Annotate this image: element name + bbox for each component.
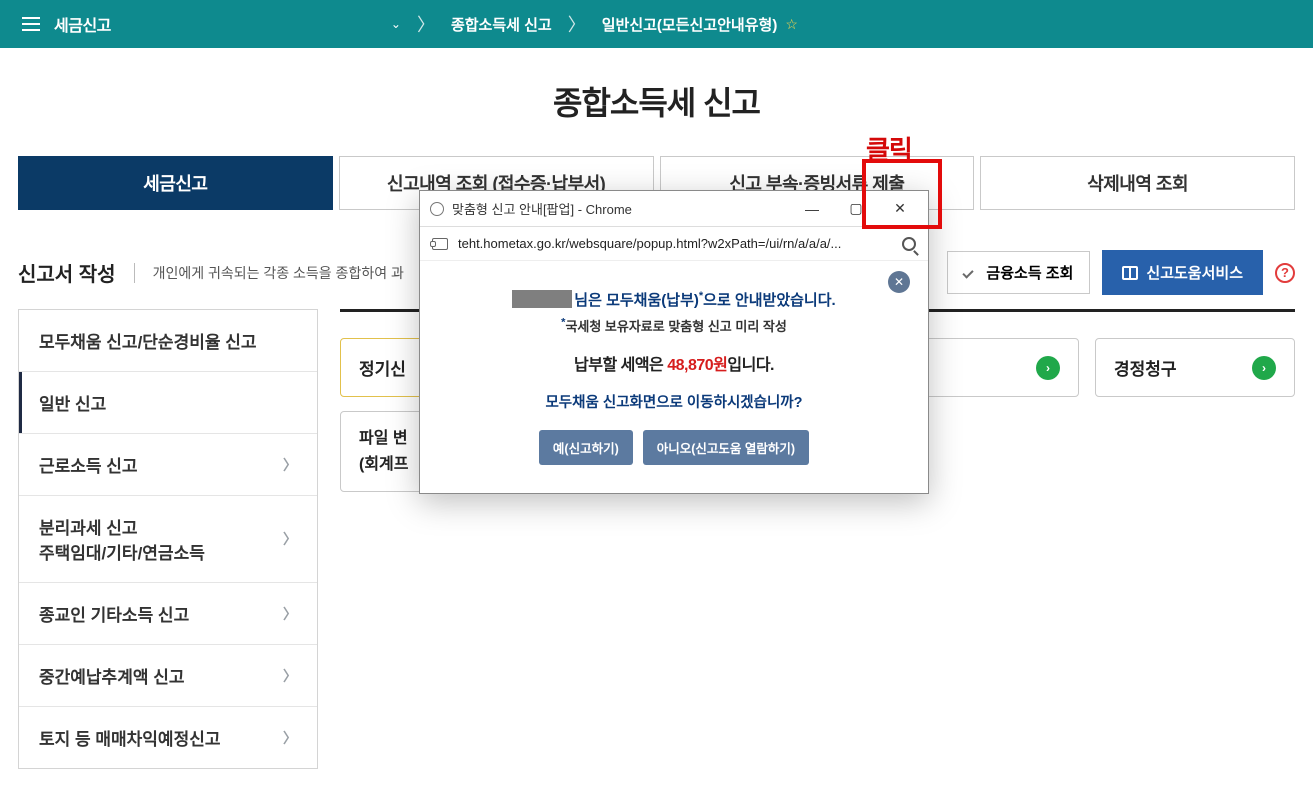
sidebar-item-separate-tax[interactable]: 분리과세 신고 주택임대/기타/연금소득 〉 (19, 495, 317, 582)
chevron-right-icon: 〉 (283, 666, 297, 686)
sidebar-item-label: 분리과세 신고 주택임대/기타/연금소득 (39, 514, 205, 564)
sidebar-item-label: 종교인 기타소득 신고 (39, 601, 189, 626)
breadcrumb-item-1[interactable]: 종합소득세 신고 (451, 14, 552, 35)
redacted-name (512, 290, 572, 308)
sidebar-item-earned-income[interactable]: 근로소득 신고 〉 (19, 433, 317, 495)
breadcrumb-item-2[interactable]: 일반신고(모든신고안내유형) (602, 14, 778, 35)
sidebar-item-label: 근로소득 신고 (39, 452, 138, 477)
sidebar-item-interim[interactable]: 중간예납추계액 신고 〉 (19, 644, 317, 706)
go-arrow-icon: › (1252, 356, 1276, 380)
chevron-right-icon: 〉 (283, 529, 297, 549)
finance-income-lookup-button[interactable]: 금융소득 조회 (947, 251, 1090, 294)
sidebar-item-label: 일반 신고 (39, 390, 106, 415)
section-heading: 신고서 작성 (18, 258, 116, 287)
card-label-partial: 정기신 (359, 355, 406, 380)
popup-line-guidance: 님은 모두채움(납부)*으로 안내받았습니다. (450, 289, 898, 310)
annotation-click: 클릭 (866, 130, 912, 167)
button-label: 신고도움서비스 (1146, 262, 1243, 283)
tax-amount: 48,870원 (667, 357, 727, 374)
sidebar-item-land-sale[interactable]: 토지 등 매매차익예정신고 〉 (19, 706, 317, 768)
popup-address-bar: teht.hometax.go.kr/websquare/popup.html?… (420, 227, 928, 261)
window-close-button[interactable]: ✕ (878, 194, 922, 224)
popup-line-note: *국세청 보유자료로 맞춤형 신고 미리 작성 (450, 316, 898, 335)
book-icon (1122, 266, 1138, 280)
popup-titlebar[interactable]: 맞춤형 신고 안내[팝업] - Chrome — ▢ ✕ (420, 191, 928, 227)
sidebar-item-label: 모두채움 신고/단순경비율 신고 (39, 328, 257, 353)
site-settings-icon[interactable] (432, 238, 448, 250)
popup-no-button[interactable]: 아니오(신고도움 열람하기) (643, 430, 809, 465)
help-question-icon[interactable]: ? (1275, 263, 1295, 283)
sidebar-item-label: 중간예납추계액 신고 (39, 663, 184, 688)
sidebar-item-religious[interactable]: 종교인 기타소득 신고 〉 (19, 582, 317, 644)
popup-inner-close-button[interactable]: ✕ (888, 271, 910, 293)
breadcrumb-separator: 〉 (568, 11, 586, 37)
tab-delete-history[interactable]: 삭제내역 조회 (980, 156, 1295, 210)
report-type-sidebar: 모두채움 신고/단순경비율 신고 일반 신고 근로소득 신고 〉 분리과세 신고… (18, 309, 318, 769)
go-arrow-icon: › (1036, 356, 1060, 380)
sidebar-item-label: 토지 등 매매차익예정신고 (39, 725, 221, 750)
chevron-right-icon: 〉 (283, 604, 297, 624)
report-help-service-button[interactable]: 신고도움서비스 (1102, 250, 1263, 295)
popup-window: 맞춤형 신고 안내[팝업] - Chrome — ▢ ✕ teht.hometa… (419, 190, 929, 494)
check-icon (964, 268, 978, 278)
window-minimize-button[interactable]: — (790, 194, 834, 224)
window-maximize-button[interactable]: ▢ (834, 194, 878, 224)
chevron-right-icon: 〉 (283, 455, 297, 475)
page-title: 종합소득세 신고 (18, 78, 1295, 124)
search-icon[interactable] (902, 237, 916, 251)
sidebar-item-general[interactable]: 일반 신고 (19, 371, 317, 433)
globe-icon (430, 202, 444, 216)
popup-line-amount: 납부할 세액은 48,870원입니다. (450, 351, 898, 375)
button-label: 금융소득 조회 (986, 262, 1073, 283)
breadcrumb-separator: 〉 (417, 11, 435, 37)
chevron-down-icon[interactable]: ⌄ (391, 17, 401, 31)
hamburger-icon[interactable] (22, 17, 40, 31)
nav-section-label[interactable]: 세금신고 (54, 12, 111, 36)
popup-window-title: 맞춤형 신고 안내[팝업] - Chrome (452, 199, 632, 218)
chevron-right-icon: 〉 (283, 728, 297, 748)
popup-body: ✕ 님은 모두채움(납부)*으로 안내받았습니다. *국세청 보유자료로 맞춤형… (420, 261, 928, 493)
popup-line-question: 모두채움 신고화면으로 이동하시겠습니까? (450, 391, 898, 412)
card-label: 경정청구 (1114, 355, 1177, 380)
top-nav-bar: 세금신고 ⌄ 〉 종합소득세 신고 〉 일반신고(모든신고안내유형) ☆ (0, 0, 1313, 48)
popup-yes-button[interactable]: 예(신고하기) (539, 430, 633, 465)
favorite-star-icon[interactable]: ☆ (785, 16, 798, 33)
section-subtext: 개인에게 귀속되는 각종 소득을 종합하여 과 (134, 263, 404, 283)
sidebar-item-all-fill[interactable]: 모두채움 신고/단순경비율 신고 (19, 310, 317, 371)
card-correction-request[interactable]: 경정청구 › (1095, 338, 1295, 397)
popup-url[interactable]: teht.hometax.go.kr/websquare/popup.html?… (458, 236, 892, 251)
tab-tax-report[interactable]: 세금신고 (18, 156, 333, 210)
